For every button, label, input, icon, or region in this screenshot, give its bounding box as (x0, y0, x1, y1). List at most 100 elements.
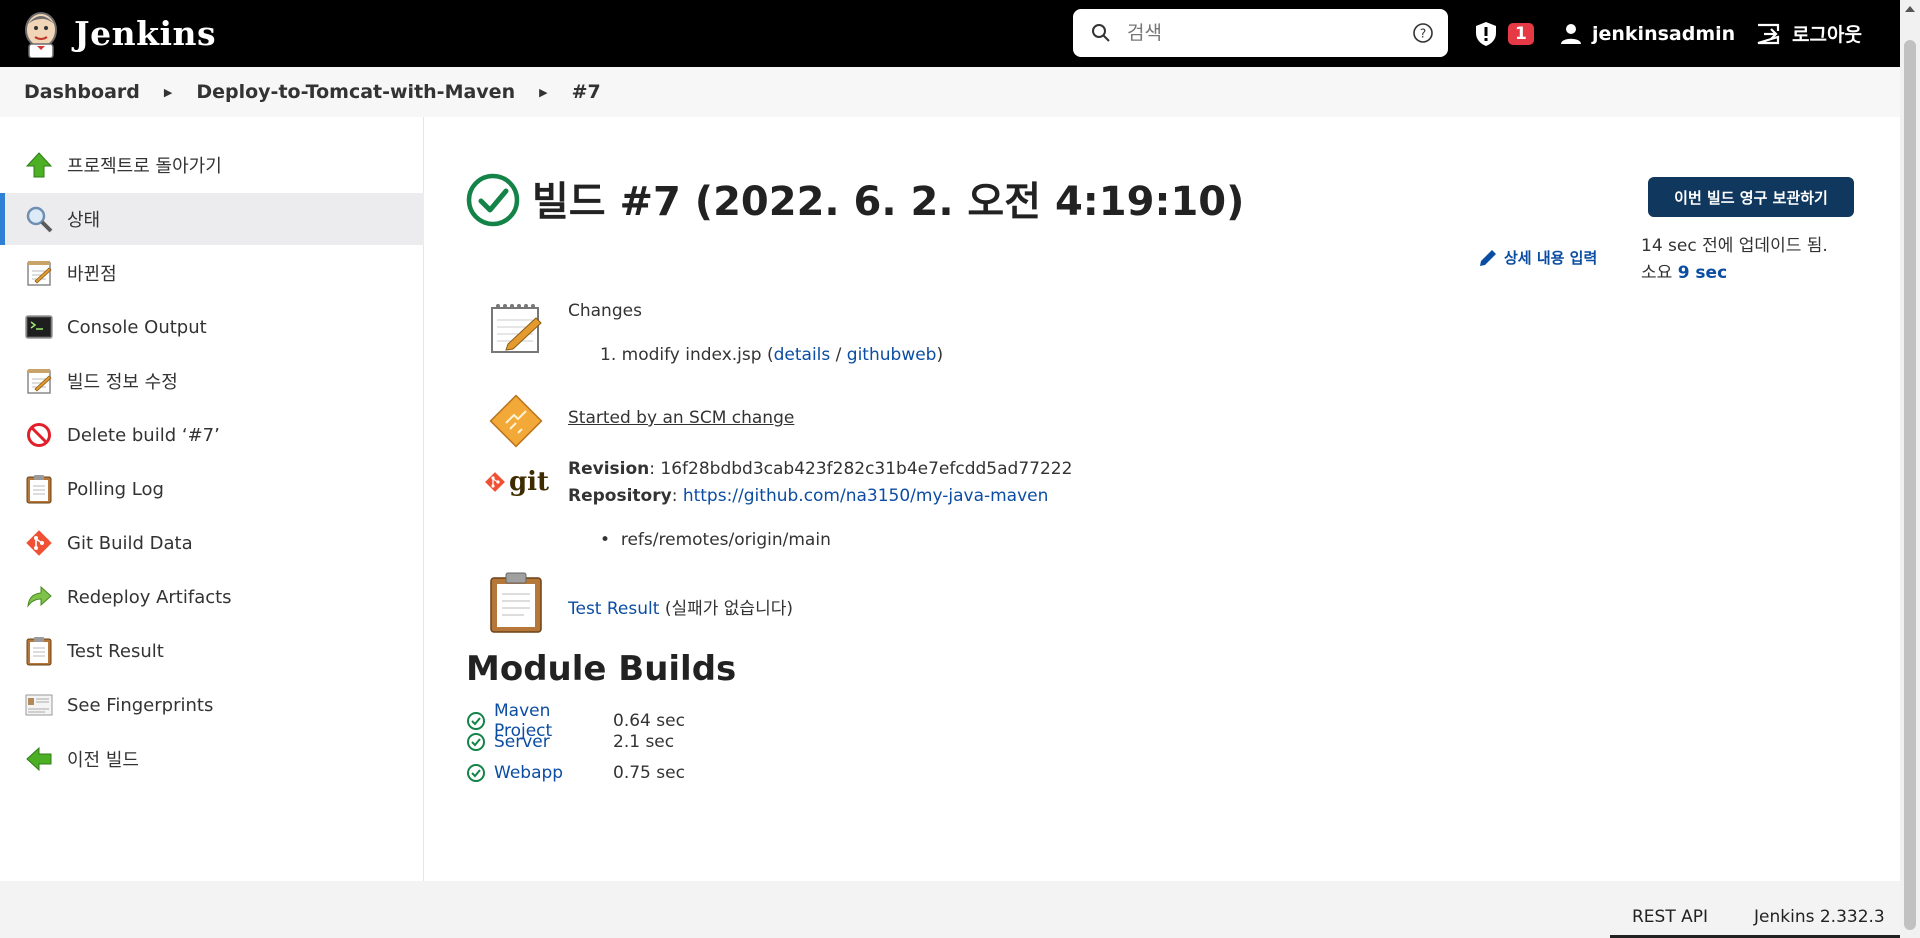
sidebar-item-label: See Fingerprints (67, 694, 214, 716)
build-timing-info: 14 sec 전에 업데이드 됨. 소요 9 sec (1641, 233, 1828, 287)
module-time: 2.1 sec (613, 732, 675, 752)
logout-link[interactable]: 로그아웃 (1756, 0, 1862, 67)
change-details-link[interactable]: details (774, 345, 831, 365)
breadcrumb-separator-icon[interactable]: ▶ (164, 86, 172, 99)
sidebar-item-delete-build[interactable]: Delete build ‘#7’ (0, 409, 424, 461)
duration-link[interactable]: 9 sec (1678, 263, 1727, 283)
edit-description-label: 상세 내용 입력 (1504, 249, 1598, 267)
top-header: Jenkins ? 1 jenkinsadmin (0, 0, 1920, 67)
duration-row: 소요 9 sec (1641, 260, 1828, 287)
test-result-summary: (실패가 없습니다) (664, 599, 793, 619)
module-link[interactable]: Server (494, 732, 613, 752)
help-icon[interactable]: ? (1412, 22, 1434, 44)
change-item: 1. modify index.jsp (details / githubweb… (600, 345, 944, 365)
breadcrumb-dashboard[interactable]: Dashboard (24, 81, 140, 103)
security-alerts-button[interactable]: 1 (1474, 0, 1534, 67)
sidebar-item-git-build-data[interactable]: Git Build Data (0, 517, 424, 569)
test-result-row: Test Result (실패가 없습니다) (568, 594, 793, 619)
success-check-icon (467, 733, 485, 751)
sidebar-item-console-output[interactable]: Console Output (0, 301, 424, 353)
sidebar-item-label: 프로젝트로 돌아가기 (67, 156, 222, 177)
notepad-icon (25, 367, 53, 395)
bullet-icon: • (600, 530, 611, 550)
sidebar-item-changes[interactable]: 바뀐점 (0, 247, 424, 299)
logout-icon (1757, 23, 1780, 44)
notepad-icon (25, 259, 53, 287)
up-arrow-icon (25, 151, 53, 179)
clipboard-icon (490, 572, 542, 633)
sidebar-item-label: Polling Log (67, 478, 164, 500)
sidebar-item-label: 빌드 정보 수정 (67, 372, 178, 393)
jenkins-butler-logo-icon (25, 11, 57, 58)
scroll-up-arrow-icon[interactable] (1905, 6, 1915, 12)
git-icon (485, 472, 505, 492)
sidebar-item-label: Test Result (67, 640, 164, 662)
jenkins-home-link[interactable]: Jenkins (22, 10, 216, 58)
sidebar-item-redeploy-artifacts[interactable]: Redeploy Artifacts (0, 571, 424, 623)
breadcrumb-separator-icon[interactable]: ▶ (539, 86, 547, 99)
magnifier-icon (25, 205, 53, 233)
sidebar-item-label: Redeploy Artifacts (67, 586, 232, 608)
paren-open: ( (766, 345, 774, 365)
fingerprint-card-icon (25, 691, 53, 719)
notepad-icon (491, 304, 542, 353)
sidebar-item-test-result[interactable]: Test Result (0, 625, 424, 677)
user-icon (1561, 23, 1581, 44)
svg-text:?: ? (1420, 27, 1426, 41)
revision-row: Revision: 16f28bdbd3cab423f282c31b4e7efc… (568, 459, 1073, 479)
build-success-icon (466, 173, 520, 227)
sidebar-item-see-fingerprints[interactable]: See Fingerprints (0, 679, 424, 731)
sidebar-item-label: 이전 빌드 (67, 750, 139, 771)
redeploy-arrow-icon (25, 583, 53, 611)
module-builds-heading: Module Builds (466, 649, 737, 689)
started-by-scm-change-link[interactable]: Started by an SCM change (568, 408, 794, 428)
sidebar-item-polling-log[interactable]: Polling Log (0, 463, 424, 515)
username-label: jenkinsadmin (1592, 22, 1736, 45)
revision-value: 16f28bdbd3cab423f282c31b4e7efcdd5ad77222 (660, 459, 1073, 479)
edit-description-link[interactable]: 상세 내용 입력 (1478, 247, 1597, 268)
repository-link[interactable]: https://github.com/na3150/my-java-maven (683, 486, 1049, 506)
sidebar-item-label: Console Output (67, 316, 207, 338)
keep-build-forever-button[interactable]: 이번 빌드 영구 보관하기 (1648, 177, 1854, 217)
vertical-scrollbar[interactable] (1900, 0, 1920, 938)
breadcrumb: Dashboard ▶ Deploy-to-Tomcat-with-Maven … (0, 67, 1900, 117)
sidebar-item-previous-build[interactable]: 이전 빌드 (0, 733, 424, 785)
scrollbar-thumb[interactable] (1904, 40, 1916, 930)
change-message: modify index.jsp (621, 345, 762, 365)
sidebar-item-status[interactable]: 상태 (0, 193, 424, 245)
breadcrumb-build[interactable]: #7 (572, 81, 601, 103)
search-icon (1092, 24, 1110, 42)
sidebar-item-label: Delete build ‘#7’ (67, 424, 220, 446)
clipboard-icon (25, 637, 53, 666)
revision-label: Revision (568, 459, 650, 479)
scm-change-icon (489, 394, 543, 448)
success-check-icon (467, 712, 485, 730)
sidebar-item-edit-build-info[interactable]: 빌드 정보 수정 (0, 355, 424, 407)
git-icon (25, 529, 53, 557)
module-link[interactable]: Webapp (494, 763, 613, 783)
success-check-icon (467, 764, 485, 782)
no-entry-icon (25, 421, 53, 449)
page-title: 빌드 #7 (2022. 6. 2. 오전 4:19:10) (532, 179, 1245, 225)
user-menu-link[interactable]: jenkinsadmin (1560, 0, 1735, 67)
search-input[interactable] (1127, 22, 1397, 44)
module-time: 0.75 sec (613, 763, 685, 783)
repository-label: Repository (568, 486, 672, 506)
git-logo: git (484, 467, 549, 497)
test-result-link[interactable]: Test Result (568, 599, 659, 619)
pencil-icon (1480, 249, 1496, 266)
sidebar-item-back-to-project[interactable]: 프로젝트로 돌아가기 (0, 139, 424, 191)
main-panel: 빌드 #7 (2022. 6. 2. 오전 4:19:10) 이번 빌드 영구 … (424, 117, 1900, 881)
side-panel: 프로젝트로 돌아가기 상태 바뀐점 Console Output 빌드 정보 수… (0, 117, 424, 881)
branch-name: refs/remotes/origin/main (620, 530, 831, 550)
branch-item: • refs/remotes/origin/main (600, 530, 831, 550)
breadcrumb-project[interactable]: Deploy-to-Tomcat-with-Maven (196, 81, 515, 103)
rest-api-link[interactable]: REST API (1632, 907, 1708, 927)
sidebar-item-label: Git Build Data (67, 532, 193, 554)
jenkins-version-link[interactable]: Jenkins 2.332.3 (1754, 907, 1885, 927)
search-box[interactable]: ? (1073, 9, 1448, 57)
left-arrow-icon (25, 745, 53, 773)
change-githubweb-link[interactable]: githubweb (847, 345, 937, 365)
sidebar-item-label: 바뀐점 (67, 264, 117, 285)
module-row: Webapp 0.75 sec (466, 763, 685, 783)
